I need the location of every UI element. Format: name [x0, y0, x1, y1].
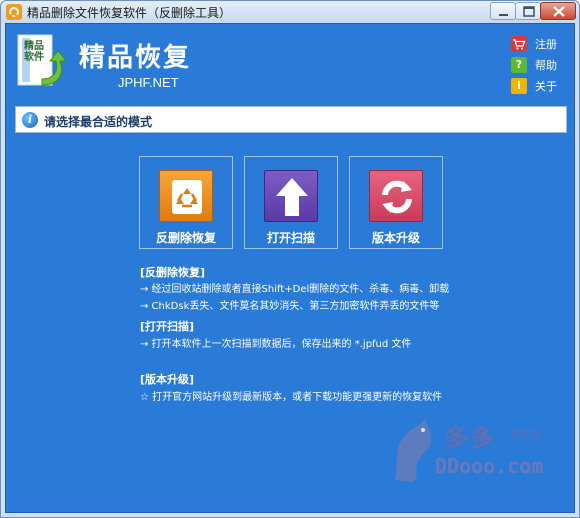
- close-icon: [553, 6, 565, 17]
- upload-arrow-icon: [264, 170, 318, 222]
- upgrade-section-title: [版本升级]: [140, 373, 195, 386]
- open-scan-button[interactable]: 打开扫描: [244, 156, 338, 249]
- register-link[interactable]: 注册: [511, 35, 557, 53]
- mode-hint-bar: i 请选择最合适的模式: [15, 106, 567, 133]
- app-logo: 精品软件: [16, 33, 70, 95]
- maximize-button[interactable]: [515, 2, 541, 20]
- refresh-icon: [369, 170, 423, 222]
- help-icon: ?: [511, 57, 527, 73]
- undelete-section-title: [反删除恢复]: [140, 266, 206, 279]
- mode-hint-text: 请选择最合适的模式: [44, 115, 153, 129]
- site-watermark: 多多 软件站 DDooo.com: [385, 408, 571, 490]
- title-bar[interactable]: 精品删除文件恢复软件（反删除工具）: [1, 1, 579, 23]
- app-window: 精品删除文件恢复软件（反删除工具） 精品软件 精品恢复 JPHF.NET 注册 …: [0, 0, 580, 518]
- watermark-url: DDooo.com: [435, 454, 544, 478]
- version-upgrade-button[interactable]: 版本升级: [349, 156, 443, 249]
- help-link-label: 帮助: [535, 59, 557, 72]
- shopping-cart-icon: [511, 36, 527, 52]
- logo-badge-text: 精品软件: [24, 41, 44, 63]
- undelete-desc-line-2: → ChkDsk丢失、文件莫名其妙消失、第三方加密软件弄丢的文件等: [140, 301, 440, 312]
- app-logo-title: 精品恢复: [79, 43, 192, 73]
- undelete-desc-line-1: → 经过回收站删除或者直接Shift+Del删除的文件、杀毒、病毒、卸载: [140, 284, 450, 295]
- info-icon: i: [511, 78, 527, 94]
- maximize-icon: [523, 6, 535, 17]
- open-scan-label: 打开扫描: [266, 231, 315, 245]
- minimize-icon: [499, 14, 508, 16]
- upgrade-desc-line-1: ☆ 打开官方网站升级到最新版本，或者下载功能更强更新的恢复软件: [140, 392, 443, 403]
- undelete-mode-button[interactable]: 反删除恢复: [139, 156, 233, 249]
- minimize-button[interactable]: [490, 2, 516, 20]
- about-link-label: 关于: [535, 80, 557, 93]
- close-button[interactable]: [540, 2, 576, 20]
- version-upgrade-label: 版本升级: [371, 231, 420, 245]
- register-link-label: 注册: [535, 38, 557, 51]
- about-link[interactable]: i 关于: [511, 77, 557, 95]
- undelete-mode-label: 反删除恢复: [155, 231, 216, 245]
- info-circle-icon: i: [22, 112, 38, 128]
- watermark-brand: 多多: [444, 423, 496, 452]
- scan-section-title: [打开扫描]: [140, 320, 195, 333]
- help-link[interactable]: ? 帮助: [511, 56, 557, 74]
- app-icon: [6, 4, 22, 20]
- app-logo-url: JPHF.NET: [118, 75, 179, 90]
- window-title: 精品删除文件恢复软件（反删除工具）: [27, 6, 232, 20]
- recycle-icon: [159, 170, 213, 222]
- scan-desc-line-1: → 打开本软件上一次扫描到数据后，保存出来的 *.jpfud 文件: [140, 339, 412, 350]
- watermark-subtitle: 软件站: [511, 430, 541, 441]
